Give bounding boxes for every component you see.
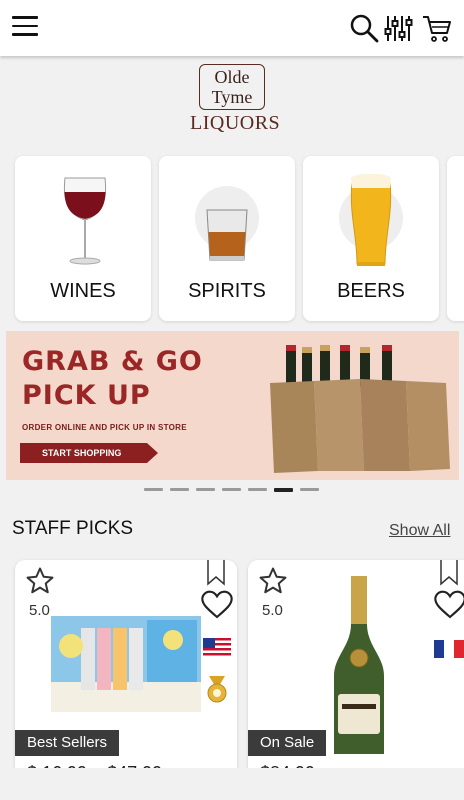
bottom-safe-area [0, 768, 464, 800]
carousel-dot[interactable] [300, 488, 319, 491]
product-badge: Best Sellers [15, 730, 120, 756]
category-card-spirits[interactable]: SPIRITS [159, 156, 295, 321]
medal-icon [207, 676, 227, 703]
logo-frame: Olde Tyme [199, 64, 265, 110]
carousel-dot[interactable] [170, 488, 189, 491]
heart-icon[interactable] [434, 590, 464, 620]
category-card-beers[interactable]: BEERS [303, 156, 439, 321]
star-icon[interactable] [258, 566, 288, 596]
product-badge: On Sale [248, 730, 327, 756]
category-label: SPIRITS [188, 280, 266, 302]
wine-glass-icon [63, 177, 107, 265]
bookmark-icon[interactable] [207, 560, 225, 586]
star-icon[interactable] [25, 566, 55, 596]
logo-line-3: LIQUORS [190, 112, 281, 134]
carousel-dot[interactable] [144, 488, 163, 491]
promo-banner[interactable]: GRAB & GO PICK UP ORDER ONLINE AND PICK … [6, 331, 459, 480]
product-card[interactable]: 5.0 On Sale $84.99 [248, 560, 464, 780]
product-rating: 5.0 [29, 602, 50, 619]
beer-glass-icon [350, 174, 392, 266]
banner-line-2: PICK UP [22, 380, 151, 411]
heart-icon[interactable] [201, 590, 233, 620]
us-flag-icon [203, 638, 231, 656]
carousel-dot[interactable] [196, 488, 215, 491]
store-logo[interactable]: Olde Tyme LIQUORS [190, 64, 281, 136]
section-title: STAFF PICKS [12, 518, 134, 539]
category-card-partial[interactable] [447, 156, 464, 321]
banner-headline: GRAB & GO PICK UP [22, 345, 203, 413]
banner-line-1: GRAB & GO [22, 346, 203, 377]
whiskey-glass-icon [206, 209, 248, 261]
category-carousel: WINES SPIRITS BEERS [0, 156, 464, 322]
bookmark-icon[interactable] [440, 560, 458, 586]
product-image-surfside [51, 616, 201, 712]
banner-subtitle: ORDER ONLINE AND PICK UP IN STORE [22, 423, 187, 432]
product-card[interactable]: 5.0 Best Sellers $ 16.99 – $47.99 [15, 560, 237, 780]
category-label: BEERS [337, 280, 405, 302]
start-shopping-button[interactable]: START SHOPPING [20, 443, 158, 463]
france-flag-icon [434, 640, 464, 658]
logo-line-2: Tyme [211, 87, 253, 107]
carousel-dot-active[interactable] [274, 488, 293, 492]
search-icon[interactable] [348, 12, 380, 44]
category-card-wines[interactable]: WINES [15, 156, 151, 321]
cart-icon[interactable] [421, 12, 453, 44]
filter-sliders-icon[interactable] [383, 12, 415, 44]
top-app-bar [0, 0, 464, 56]
wine-bags-image [270, 345, 450, 473]
carousel-dot[interactable] [222, 488, 241, 491]
product-image-champagne [334, 576, 384, 754]
hamburger-menu-icon[interactable] [12, 16, 38, 38]
product-rating: 5.0 [262, 602, 283, 619]
category-label: WINES [50, 280, 116, 302]
show-all-link[interactable]: Show All [389, 522, 450, 540]
logo-line-1: Olde [214, 67, 250, 87]
carousel-dot[interactable] [248, 488, 267, 491]
